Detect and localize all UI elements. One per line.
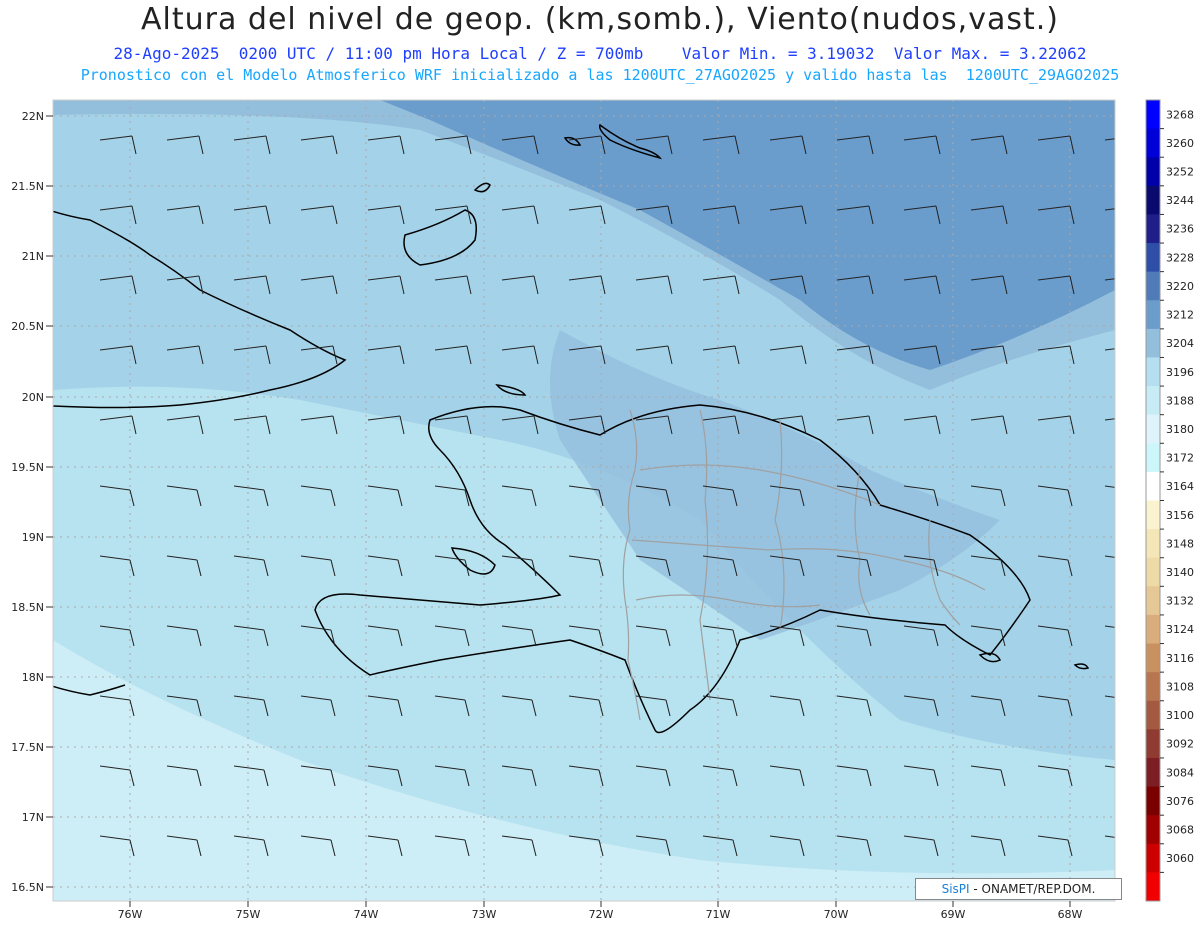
colorbar-label: 3140 bbox=[1166, 566, 1194, 579]
colorbar-label: 3252 bbox=[1166, 166, 1194, 179]
colorbar-label: 3116 bbox=[1166, 652, 1194, 665]
colorbar-label: 3132 bbox=[1166, 595, 1194, 608]
colorbar-label: 3124 bbox=[1166, 623, 1194, 636]
lat-label: 21N bbox=[22, 250, 44, 263]
colorbar-label: 3244 bbox=[1166, 194, 1194, 207]
lon-label: 75W bbox=[236, 908, 261, 921]
colorbar-label: 3060 bbox=[1166, 852, 1194, 865]
colorbar-swatch bbox=[1146, 672, 1160, 702]
colorbar-swatch bbox=[1146, 614, 1160, 645]
colorbar-swatch bbox=[1146, 471, 1160, 501]
wind-barb bbox=[770, 906, 804, 926]
lat-label: 18.5N bbox=[11, 601, 44, 614]
colorbar-swatch bbox=[1146, 872, 1160, 902]
colorbar-swatch bbox=[1146, 729, 1160, 759]
colorbar-swatch bbox=[1146, 643, 1160, 673]
lon-label: 74W bbox=[354, 908, 379, 921]
colorbar-swatch bbox=[1146, 386, 1160, 416]
lat-label: 19N bbox=[22, 531, 44, 544]
colorbar-swatch bbox=[1146, 557, 1160, 587]
lon-label: 76W bbox=[118, 908, 143, 921]
colorbar-swatch bbox=[1146, 328, 1160, 358]
colorbar-swatch bbox=[1146, 529, 1160, 559]
colorbar-swatch bbox=[1146, 786, 1160, 816]
lat-label: 17.5N bbox=[11, 741, 44, 754]
lon-label: 70W bbox=[824, 908, 849, 921]
lon-label: 68W bbox=[1058, 908, 1083, 921]
colorbar-swatch bbox=[1146, 300, 1160, 330]
colorbar-label: 3228 bbox=[1166, 251, 1194, 264]
colorbar-label: 3172 bbox=[1166, 452, 1194, 465]
wind-barb bbox=[502, 906, 536, 926]
colorbar-swatch bbox=[1146, 271, 1160, 301]
wind-barb bbox=[435, 906, 469, 926]
latitude-axis: 22N 21.5N 21N 20.5N 20N 19.5N 19N 18.5N 18N 17.5N… bbox=[11, 110, 53, 894]
colorbar-label: 3100 bbox=[1166, 709, 1194, 722]
lat-label: 21.5N bbox=[11, 180, 44, 193]
lat-label: 16.5N bbox=[11, 881, 44, 894]
wind-barb bbox=[1105, 906, 1139, 926]
geopotential-shading bbox=[53, 100, 1115, 901]
forecast-map: 22N 21.5N 21N 20.5N 20N 19.5N 19N 18.5N 18N 17.5N… bbox=[11, 99, 1194, 926]
colorbar-label: 3092 bbox=[1166, 738, 1194, 751]
colorbar-swatch bbox=[1146, 414, 1160, 444]
colorbar-swatch bbox=[1146, 185, 1160, 215]
wind-barb bbox=[301, 906, 335, 926]
lat-label: 20.5N bbox=[11, 320, 44, 333]
colorbar-swatch bbox=[1146, 586, 1160, 616]
brand-logo: SisPI bbox=[941, 882, 970, 896]
wind-barb bbox=[904, 906, 938, 926]
lon-label: 69W bbox=[941, 908, 966, 921]
lat-label: 22N bbox=[22, 110, 44, 123]
colorbar-label: 3180 bbox=[1166, 423, 1194, 436]
colorbar-label: 3220 bbox=[1166, 280, 1194, 293]
colorbar-swatch bbox=[1146, 757, 1160, 788]
colorbar-swatch bbox=[1146, 443, 1160, 473]
colorbar-label: 3076 bbox=[1166, 795, 1194, 808]
colorbar-swatch bbox=[1146, 843, 1160, 873]
colorbar-label: 3204 bbox=[1166, 337, 1194, 350]
colorbar-swatch bbox=[1146, 100, 1160, 130]
colorbar-label: 3260 bbox=[1166, 137, 1194, 150]
colorbar-swatch bbox=[1146, 157, 1160, 187]
org-label: - ONAMET/REP.DOM. bbox=[969, 882, 1096, 896]
colorbar-swatch bbox=[1146, 128, 1160, 158]
colorbar-swatch bbox=[1146, 214, 1160, 244]
map-subtitle: 28-Ago-2025 0200 UTC / 11:00 pm Hora Loc… bbox=[113, 44, 1087, 63]
colorbar-label: 3084 bbox=[1166, 766, 1194, 779]
colorbar-swatch bbox=[1146, 700, 1160, 730]
colorbar-swatch bbox=[1146, 357, 1160, 387]
colorbar-label: 3108 bbox=[1166, 680, 1194, 693]
colorbar-label: 3268 bbox=[1166, 108, 1194, 121]
map-title: Altura del nivel de geop. (km,somb.), Vi… bbox=[141, 2, 1059, 37]
lat-label: 19.5N bbox=[11, 461, 44, 474]
lon-label: 71W bbox=[706, 908, 731, 921]
lon-label: 72W bbox=[589, 908, 614, 921]
colorbar-label: 3068 bbox=[1166, 823, 1194, 836]
wind-barb bbox=[167, 906, 201, 926]
colorbar-swatch bbox=[1146, 500, 1160, 530]
colorbar-label: 3196 bbox=[1166, 366, 1194, 379]
colorbar-label: 3212 bbox=[1166, 309, 1194, 322]
colorbar-swatch bbox=[1146, 243, 1160, 273]
lat-label: 18N bbox=[22, 671, 44, 684]
credit-box: SisPI - ONAMET/REP.DOM. bbox=[915, 878, 1122, 900]
longitude-axis: 76W 75W 74W 73W 72W 71W 70W 69W 68W bbox=[118, 901, 1083, 921]
colorbar-label: 3236 bbox=[1166, 223, 1194, 236]
lat-label: 17N bbox=[22, 811, 44, 824]
colorbar-label: 3156 bbox=[1166, 509, 1194, 522]
colorbar-label: 3164 bbox=[1166, 480, 1194, 493]
lat-label: 20N bbox=[22, 391, 44, 404]
colorbar-legend: 3268 3260 3252 3244 3236 3228 3220 3212 3204 3196… bbox=[1145, 99, 1194, 902]
wind-barb bbox=[971, 906, 1005, 926]
colorbar-swatch bbox=[1146, 815, 1160, 845]
colorbar-label: 3148 bbox=[1166, 537, 1194, 550]
wind-barb bbox=[636, 906, 670, 926]
lon-label: 73W bbox=[472, 908, 497, 921]
model-info: Pronostico con el Modelo Atmosferico WRF… bbox=[80, 66, 1120, 84]
colorbar-label: 3188 bbox=[1166, 394, 1194, 407]
